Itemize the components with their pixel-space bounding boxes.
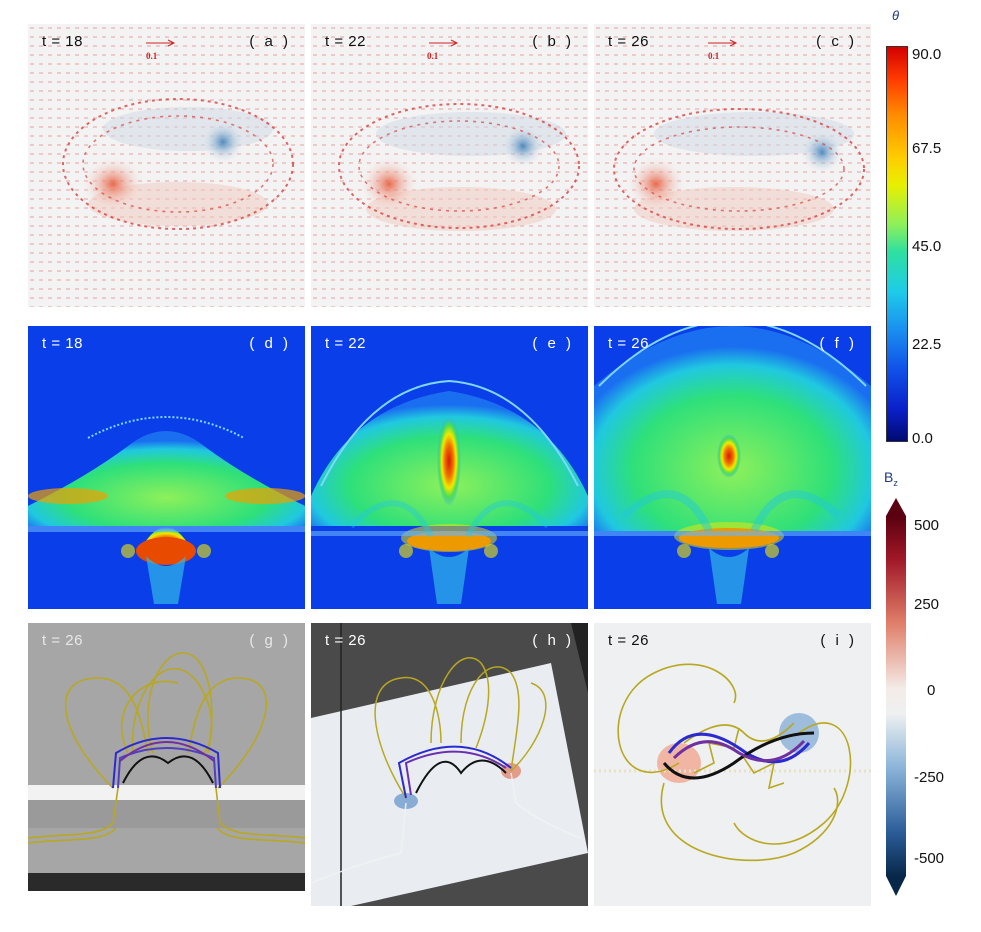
theta-tick-0: 0.0 <box>912 430 933 447</box>
panel-h-time: t = 26 <box>325 632 366 649</box>
angle-map-d <box>28 416 305 604</box>
angle-map-e <box>311 379 588 604</box>
panel-f-label: ( f ) <box>819 335 857 352</box>
panel-a-label: ( a ) <box>249 33 291 50</box>
panel-h: t = 26 ( h ) <box>311 623 588 906</box>
bz-colorbar-title: Bz <box>884 469 898 488</box>
field-lines-h <box>311 623 588 906</box>
field-lines-i <box>594 663 871 862</box>
panel-d: t = 18 ( d ) <box>28 326 305 609</box>
arrow-scale-label-a: 0.1 <box>146 51 158 61</box>
panel-a: t = 18 ( a ) 0.1 <box>28 24 305 307</box>
theta-tick-67: 67.5 <box>912 140 942 157</box>
vector-field-b <box>311 24 588 307</box>
bz-colorbar <box>886 498 906 896</box>
vector-field-c <box>594 24 871 307</box>
panel-i: t = 26 ( i ) <box>594 623 871 906</box>
panel-c: t = 26 ( c ) 0.1 <box>594 24 871 307</box>
angle-map-f <box>594 326 871 604</box>
bz-title-main: B <box>884 469 894 485</box>
theta-colorbar <box>886 46 908 442</box>
panel-e: t = 22 ( e ) <box>311 326 588 609</box>
panel-d-time: t = 18 <box>42 335 83 352</box>
panel-b-time: t = 22 <box>325 33 366 50</box>
panel-g: t = 26 ( g ) <box>28 623 305 905</box>
theta-colorbar-title: θ <box>892 8 900 23</box>
field-lines-g <box>28 652 305 905</box>
panel-b: t = 22 ( b ) 0.1 <box>311 24 588 307</box>
bz-tick-neg250: -250 <box>914 769 945 786</box>
theta-tick-90: 90.0 <box>912 46 942 63</box>
panel-i-label: ( i ) <box>820 632 857 649</box>
arrow-scale-label-b: 0.1 <box>427 51 439 61</box>
panel-g-time: t = 26 <box>42 632 83 649</box>
panel-e-time: t = 22 <box>325 335 366 352</box>
vector-field-a <box>28 24 305 307</box>
panel-c-label: ( c ) <box>816 33 857 50</box>
bz-tick-250: 250 <box>914 596 940 613</box>
panel-c-time: t = 26 <box>608 33 649 50</box>
theta-tick-22: 22.5 <box>912 336 942 353</box>
panel-i-time: t = 26 <box>608 632 649 649</box>
bz-tick-0: 0 <box>927 682 936 699</box>
bz-tick-500: 500 <box>914 517 940 534</box>
bz-title-sub: z <box>893 477 898 488</box>
panel-b-label: ( b ) <box>532 33 574 50</box>
panel-g-label: ( g ) <box>249 632 291 649</box>
panel-d-label: ( d ) <box>249 335 291 352</box>
bz-tick-neg500: -500 <box>914 850 945 867</box>
theta-tick-45: 45.0 <box>912 238 942 255</box>
panel-f-time: t = 26 <box>608 335 649 352</box>
panel-f: t = 26 ( f ) <box>594 326 871 609</box>
panel-a-time: t = 18 <box>42 33 83 50</box>
panel-e-label: ( e ) <box>532 335 574 352</box>
panel-h-label: ( h ) <box>532 632 574 649</box>
arrow-scale-label-c: 0.1 <box>708 51 720 61</box>
